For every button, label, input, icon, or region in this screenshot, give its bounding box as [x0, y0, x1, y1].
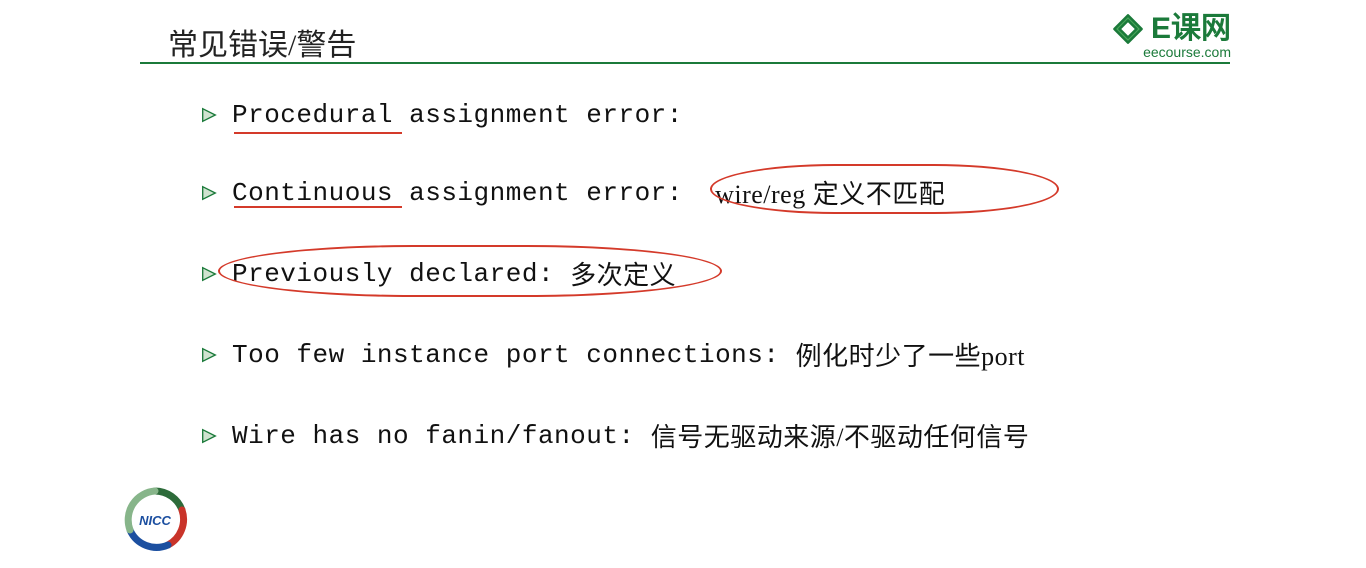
bullet-arrow-icon — [200, 427, 218, 445]
bullet-arrow-icon — [200, 346, 218, 364]
logo-text: E课网 — [1151, 14, 1231, 44]
red-underline-1 — [234, 132, 402, 134]
bullet-5-note: 信号无驱动来源/不驱动任何信号 — [651, 417, 1030, 454]
bullet-2: Continuous assignment error: wire/reg 定义… — [200, 174, 1200, 211]
bullet-5-text: Wire has no fanin/fanout: — [232, 421, 635, 451]
bullet-5: Wire has no fanin/fanout: 信号无驱动来源/不驱动任何信… — [200, 417, 1200, 454]
logo-subtitle: eecourse.com — [1143, 44, 1231, 60]
slide-title: 常见错误/警告 — [168, 20, 356, 64]
bullet-2-text: Continuous assignment error: — [232, 178, 683, 208]
bullet-3: Previously declared: 多次定义 — [200, 255, 1200, 292]
red-circle-2 — [710, 164, 1059, 214]
brand-logo: E课网 — [1111, 12, 1231, 46]
badge-text: NICC — [139, 513, 171, 528]
nicc-badge: NICC — [120, 485, 190, 560]
bullet-1-text: Procedural assignment error: — [232, 100, 683, 130]
bullet-4: Too few instance port connections: 例化时少了… — [200, 336, 1200, 373]
bullet-1: Procedural assignment error: — [200, 100, 1200, 130]
bullet-4-text: Too few instance port connections: — [232, 340, 780, 370]
bullet-arrow-icon — [200, 106, 218, 124]
logo-icon — [1111, 12, 1145, 46]
red-circle-3 — [218, 245, 722, 297]
bullet-arrow-icon — [200, 184, 218, 202]
bullet-4-note: 例化时少了一些port — [796, 336, 1025, 373]
header-divider — [140, 62, 1230, 64]
bullet-arrow-icon — [200, 265, 218, 283]
red-underline-2 — [234, 206, 402, 208]
slide: 常见错误/警告 E课网 eecourse.com Procedural assi… — [0, 0, 1366, 568]
content-area: Procedural assignment error: Continuous … — [200, 100, 1200, 498]
